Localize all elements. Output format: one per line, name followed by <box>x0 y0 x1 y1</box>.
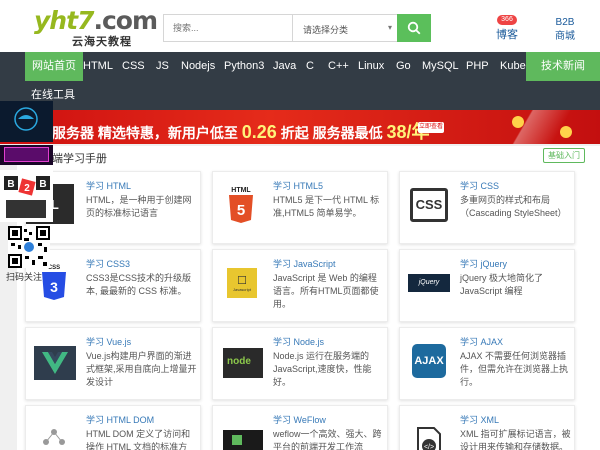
section-title: 端学习手册 <box>46 150 107 166</box>
category-select[interactable]: 请选择分类 ▾ <box>292 15 398 41</box>
card-description: HTML DOM 定义了访问和操作 HTML 文档的标准方法。 <box>86 429 191 450</box>
b2b-line1: B2B <box>555 17 575 28</box>
card-description: jQuery 极大地简化了 JavaScript 编程 <box>460 273 544 296</box>
card-title: 学习 HTML <box>86 181 132 191</box>
nav-item-html[interactable]: HTML <box>83 52 113 81</box>
card-title: 学习 HTML5 <box>273 181 324 191</box>
main-nav: 网站首页 HTML CSS JS Nodejs Python3 Java C C… <box>0 52 600 110</box>
banner-text: 服务器 精选特惠，新用户低至 0.26 折起 服务器最低 38/年 <box>52 122 430 142</box>
nav-item-home[interactable]: 网站首页 <box>25 52 83 81</box>
b2b-line2: 商城 <box>555 31 575 42</box>
card-description: Vue.js构建用户界面的渐进式框架,采用自底向上增量开发设计 <box>86 351 197 387</box>
weflow-icon <box>223 430 263 450</box>
course-card[interactable]: 学习 HTML DOM HTML DOM 定义了访问和操作 HTML 文档的标准… <box>25 405 201 450</box>
nav-item-kuber[interactable]: Kuber <box>500 52 529 81</box>
vue-icon <box>34 346 76 380</box>
logo-wordmark: yht7.com <box>34 6 158 35</box>
coin-icon <box>560 126 572 138</box>
nav-item-python3[interactable]: Python3 <box>224 52 264 81</box>
course-card[interactable]: 学习 Vue.js Vue.js构建用户界面的渐进式框架,采用自底向上增量开发设… <box>25 327 201 400</box>
card-title: 学习 JavaScript <box>273 259 336 269</box>
card-description: AJAX 不需要任何浏览器插件，但需允许在浏览器上执行。 <box>460 351 569 387</box>
beginner-button[interactable]: 基础入门 <box>543 148 585 163</box>
card-title: 学习 XML <box>460 415 500 425</box>
javascript-icon: ☐ Javascript <box>221 262 261 302</box>
b2b-mall-link[interactable]: B2B 商城 <box>555 16 575 44</box>
card-description: HTML5 是下一代 HTML 标准,HTML5 简单易学。 <box>273 195 380 218</box>
course-card[interactable]: AJAX 学习 AJAX AJAX 不需要任何浏览器插件，但需允许在浏览器上执行… <box>399 327 575 400</box>
xml-icon: </> <box>408 418 448 450</box>
ajax-icon: AJAX <box>408 340 448 380</box>
card-title: 学习 CSS <box>460 181 500 191</box>
promo-banner[interactable]: 服务器 精选特惠，新用户低至 0.26 折起 服务器最低 38/年 立即查看 <box>0 110 600 144</box>
blog-link[interactable]: 博客 <box>496 26 518 42</box>
nav-item-nodejs[interactable]: Nodejs <box>181 52 215 81</box>
banner-cta-button[interactable]: 立即查看 <box>418 122 444 133</box>
nav-item-tech-news[interactable]: 技术新闻 <box>526 52 600 81</box>
nodejs-icon: node <box>223 348 263 378</box>
nav-item-css[interactable]: CSS <box>122 52 145 81</box>
svg-text:B: B <box>7 179 14 190</box>
chevron-down-icon: ▾ <box>387 23 392 32</box>
card-description: JavaScript 是 Web 的编程语言。所有HTML页面都使用。 <box>273 273 379 309</box>
nav-item-go[interactable]: Go <box>396 52 411 81</box>
nav-item-js[interactable]: JS <box>156 52 169 81</box>
sidebar-ad-docker[interactable] <box>0 101 53 142</box>
svg-text:2: 2 <box>24 183 30 194</box>
course-card[interactable]: HTML 5 学习 HTML5 HTML5 是下一代 HTML 标准,HTML5 … <box>212 171 388 244</box>
card-description: Node.js 运行在服务端的 JavaScript,速度快，性能好。 <box>273 351 372 387</box>
card-title: 学习 WeFlow <box>273 415 326 425</box>
course-card[interactable]: ☐ Javascript 学习 JavaScript JavaScript 是 … <box>212 249 388 322</box>
card-title: 学习 HTML DOM <box>86 415 155 425</box>
coin-icon <box>512 116 524 128</box>
course-card[interactable]: CSS 3 学习 CSS3 CSS3是CSS技术的升级版本, 最最新的 CSS 标… <box>25 249 201 322</box>
course-card[interactable]: node 学习 Node.js Node.js 运行在服务端的 JavaScri… <box>212 327 388 400</box>
nav-item-c[interactable]: C <box>306 52 314 81</box>
card-title: 学习 CSS3 <box>86 259 131 269</box>
search-bar: 请选择分类 ▾ <box>163 14 430 42</box>
site-header: yht7.com 云海天教程 请选择分类 ▾ 366 博客 B2B 商城 <box>0 0 600 52</box>
dom-icon <box>34 418 74 450</box>
course-card[interactable]: 学习 WeFlow weflow一个高效、强大、跨平台的前端开发工作流 <box>212 405 388 450</box>
card-description: 多重网页的样式和布局（Cascading StyleSheet） <box>460 195 567 218</box>
search-icon <box>407 21 421 35</box>
svg-text:</>: </> <box>424 444 434 450</box>
card-description: HTML，是一种用于创建网页的标准标记语言 <box>86 195 192 218</box>
sidebar-ad-b2b[interactable]: B2B <box>0 170 53 222</box>
search-button[interactable] <box>397 14 431 42</box>
card-description: weflow一个高效、强大、跨平台的前端开发工作流 <box>273 429 382 450</box>
card-title: 学习 Vue.js <box>86 337 132 347</box>
card-description: XML 指可扩展标记语言，被设计用来传输和存储数据。 <box>460 429 571 450</box>
qr-code <box>8 226 50 268</box>
course-card[interactable]: CSS 学习 CSS 多重网页的样式和布局（Cascading StyleShe… <box>399 171 575 244</box>
nav-item-cpp[interactable]: C++ <box>328 52 349 81</box>
sidebar-ad-promo[interactable] <box>0 145 53 165</box>
svg-text:B: B <box>39 179 46 190</box>
category-select-value: 请选择分类 <box>303 25 349 35</box>
card-title: 学习 AJAX <box>460 337 504 347</box>
course-card[interactable]: </> 学习 XML XML 指可扩展标记语言，被设计用来传输和存储数据。 <box>399 405 575 450</box>
css-icon: CSS <box>408 184 448 224</box>
svg-text:3: 3 <box>50 279 58 295</box>
qr-label: 扫码关注 <box>6 272 43 282</box>
banner-decoration <box>460 110 600 144</box>
site-logo[interactable]: yht7.com 云海天教程 <box>34 6 158 48</box>
svg-text:HTML: HTML <box>231 187 251 194</box>
card-description: CSS3是CSS技术的升级版本, 最最新的 CSS 标准。 <box>86 273 192 296</box>
nav-item-linux[interactable]: Linux <box>358 52 384 81</box>
svg-text:5: 5 <box>237 202 245 219</box>
blog-count-badge: 366 <box>497 15 517 25</box>
course-card[interactable]: jQuery 学习 jQuery jQuery 极大地简化了 JavaScrip… <box>399 249 575 322</box>
logo-subtitle: 云海天教程 <box>72 36 132 48</box>
nav-item-mysql[interactable]: MySQL <box>422 52 459 81</box>
html5-icon: HTML 5 <box>221 184 261 224</box>
card-title: 学习 jQuery <box>460 259 508 269</box>
jquery-icon: jQuery <box>408 262 450 302</box>
card-title: 学习 Node.js <box>273 337 325 347</box>
nav-item-php[interactable]: PHP <box>466 52 489 81</box>
search-input[interactable] <box>164 15 292 41</box>
nav-item-java[interactable]: Java <box>273 52 296 81</box>
